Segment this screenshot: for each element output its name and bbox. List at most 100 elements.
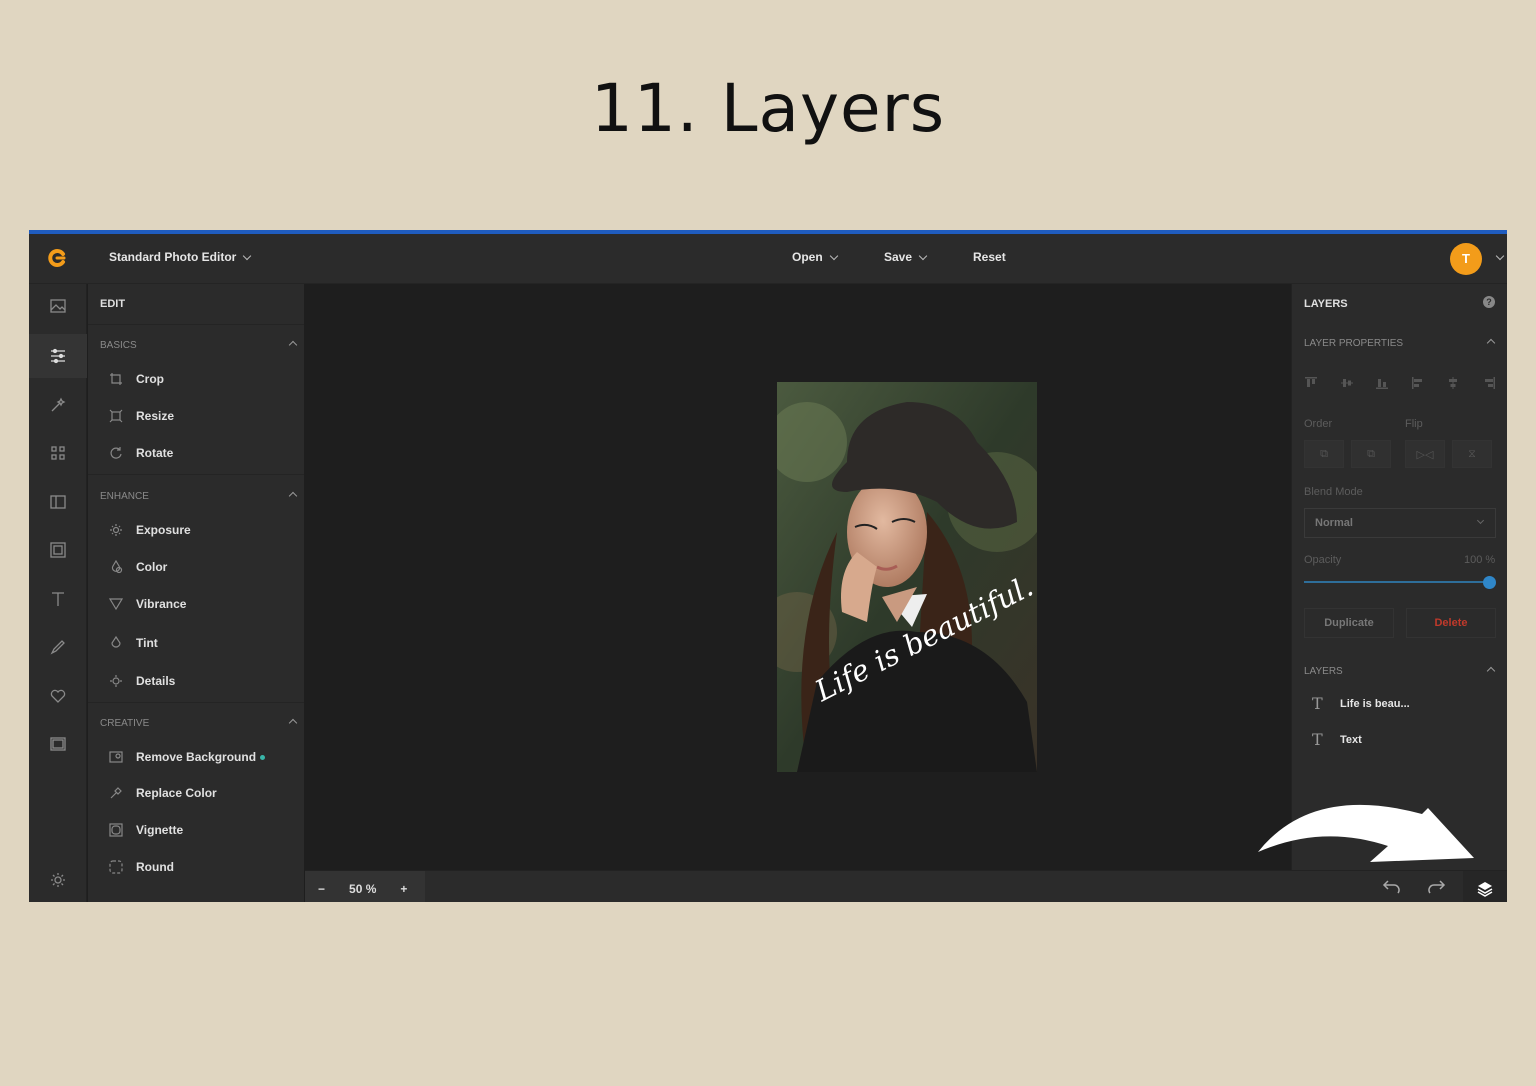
zoom-value: 50 % [349, 882, 377, 896]
delete-button[interactable]: Delete [1406, 608, 1496, 638]
tool-details[interactable]: Details [108, 673, 175, 689]
overlay-icon[interactable] [29, 480, 87, 524]
save-menu[interactable]: Save [884, 250, 928, 264]
section-creative[interactable]: CREATIVE [100, 718, 298, 729]
tool-remove-background[interactable]: Remove Background [108, 749, 266, 765]
blend-mode-select[interactable]: Normal [1304, 508, 1496, 538]
text-layer-icon: T [1312, 730, 1323, 749]
opacity-label: Opacity [1304, 554, 1342, 566]
layers-icon [1477, 882, 1493, 897]
zoom-out-button[interactable]: − [318, 882, 325, 896]
text-icon[interactable] [29, 577, 87, 621]
tool-vignette[interactable]: Vignette [108, 822, 183, 838]
tool-label: Remove Background [136, 750, 257, 764]
blend-mode-value: Normal [1315, 517, 1353, 529]
edit-panel-title: EDIT [100, 298, 126, 310]
section-title: CREATIVE [100, 718, 150, 729]
text-layer-icon: T [1312, 694, 1323, 713]
section-layers[interactable]: LAYERS [1304, 666, 1496, 677]
section-basics[interactable]: BASICS [100, 340, 298, 351]
rotate-icon [108, 445, 124, 461]
user-avatar[interactable]: T [1450, 243, 1482, 275]
zoom-in-button[interactable]: + [400, 882, 407, 896]
tool-color[interactable]: Color [108, 559, 167, 575]
tool-round[interactable]: Round [108, 859, 174, 875]
tint-icon [108, 635, 124, 651]
send-backward-button[interactable]: ⧉ [1351, 440, 1391, 468]
open-menu[interactable]: Open [792, 250, 838, 264]
chevron-up-icon [288, 718, 298, 728]
tool-label: Color [136, 560, 168, 574]
bring-forward-button[interactable]: ⧉ [1304, 440, 1344, 468]
section-title: LAYERS [1304, 666, 1343, 677]
app-title: Standard Photo Editor [109, 250, 237, 264]
tool-label: Replace Color [136, 786, 217, 800]
zoom-control: − 50 % + [305, 871, 425, 902]
send-backward-icon: ⧉ [1367, 447, 1375, 460]
image-icon[interactable] [29, 284, 87, 328]
frame-icon[interactable] [29, 528, 87, 572]
flip-horizontal-icon: ▷◁ [1416, 448, 1434, 461]
tool-rotate[interactable]: Rotate [108, 445, 173, 461]
tool-exposure[interactable]: Exposure [108, 522, 191, 538]
page-heading: 11. Layers [590, 70, 946, 147]
opacity-slider-track[interactable] [1304, 581, 1490, 583]
tool-label: Resize [136, 409, 175, 423]
section-enhance[interactable]: ENHANCE [100, 491, 298, 502]
tool-replace-color[interactable]: Replace Color [108, 785, 217, 801]
tool-crop[interactable]: Crop [108, 371, 164, 387]
divider [88, 324, 304, 325]
align-left-icon[interactable] [1411, 376, 1425, 390]
chevron-up-icon [1486, 666, 1496, 676]
portrait-photo [777, 382, 1037, 772]
border-icon[interactable] [29, 722, 87, 766]
chevron-down-icon [1476, 516, 1485, 525]
magic-wand-icon[interactable] [29, 383, 87, 427]
align-bottom-icon[interactable] [1375, 376, 1389, 390]
layer-item[interactable]: T Text [1312, 730, 1362, 749]
layers-toggle-button[interactable] [1463, 871, 1507, 902]
align-middle-icon[interactable] [1340, 376, 1354, 390]
layer-item[interactable]: T Life is beau... [1312, 694, 1410, 713]
layer-label: Text [1340, 733, 1362, 746]
settings-icon[interactable] [29, 858, 87, 902]
layer-label: Life is beau... [1340, 697, 1410, 710]
canvas-area[interactable]: Life is beautiful. [305, 284, 1291, 870]
help-icon[interactable]: ? [1483, 296, 1495, 308]
section-layer-properties[interactable]: LAYER PROPERTIES [1304, 338, 1496, 349]
flip-vertical-button[interactable]: ⧖ [1452, 440, 1492, 468]
tool-tint[interactable]: Tint [108, 635, 158, 651]
align-right-icon[interactable] [1482, 376, 1496, 390]
reset-button[interactable]: Reset [973, 250, 1006, 264]
flip-horizontal-button[interactable]: ▷◁ [1405, 440, 1445, 468]
heart-icon[interactable] [29, 674, 87, 718]
canvas-photo[interactable]: Life is beautiful. [777, 382, 1037, 772]
section-title: BASICS [100, 340, 137, 351]
draw-icon[interactable] [29, 625, 87, 669]
blend-mode-label: Blend Mode [1304, 486, 1363, 498]
tool-label: Crop [136, 372, 164, 386]
redo-icon[interactable] [1427, 879, 1447, 902]
grid-icon[interactable] [29, 431, 87, 475]
opacity-value: 100 % [1464, 554, 1496, 566]
chevron-down-icon[interactable] [1495, 251, 1505, 261]
align-center-icon[interactable] [1446, 376, 1460, 390]
remove-background-icon [108, 749, 124, 765]
undo-icon[interactable] [1381, 879, 1401, 902]
tool-vibrance[interactable]: Vibrance [108, 596, 186, 612]
align-buttons [1304, 376, 1496, 390]
chevron-up-icon [1486, 338, 1496, 348]
opacity-slider-thumb[interactable] [1483, 576, 1496, 589]
adjustments-icon[interactable] [29, 334, 87, 378]
align-top-icon[interactable] [1304, 376, 1318, 390]
duplicate-button[interactable]: Duplicate [1304, 608, 1394, 638]
round-icon [108, 859, 124, 875]
tool-label: Exposure [136, 523, 191, 537]
tool-resize[interactable]: Resize [108, 408, 174, 424]
exposure-icon [108, 522, 124, 538]
tool-label: Tint [136, 636, 158, 650]
annotation-arrow-icon [1258, 804, 1474, 862]
tool-label: Vignette [136, 823, 184, 837]
app-logo-icon[interactable] [47, 248, 67, 268]
app-mode-dropdown[interactable]: Standard Photo Editor [109, 250, 252, 264]
